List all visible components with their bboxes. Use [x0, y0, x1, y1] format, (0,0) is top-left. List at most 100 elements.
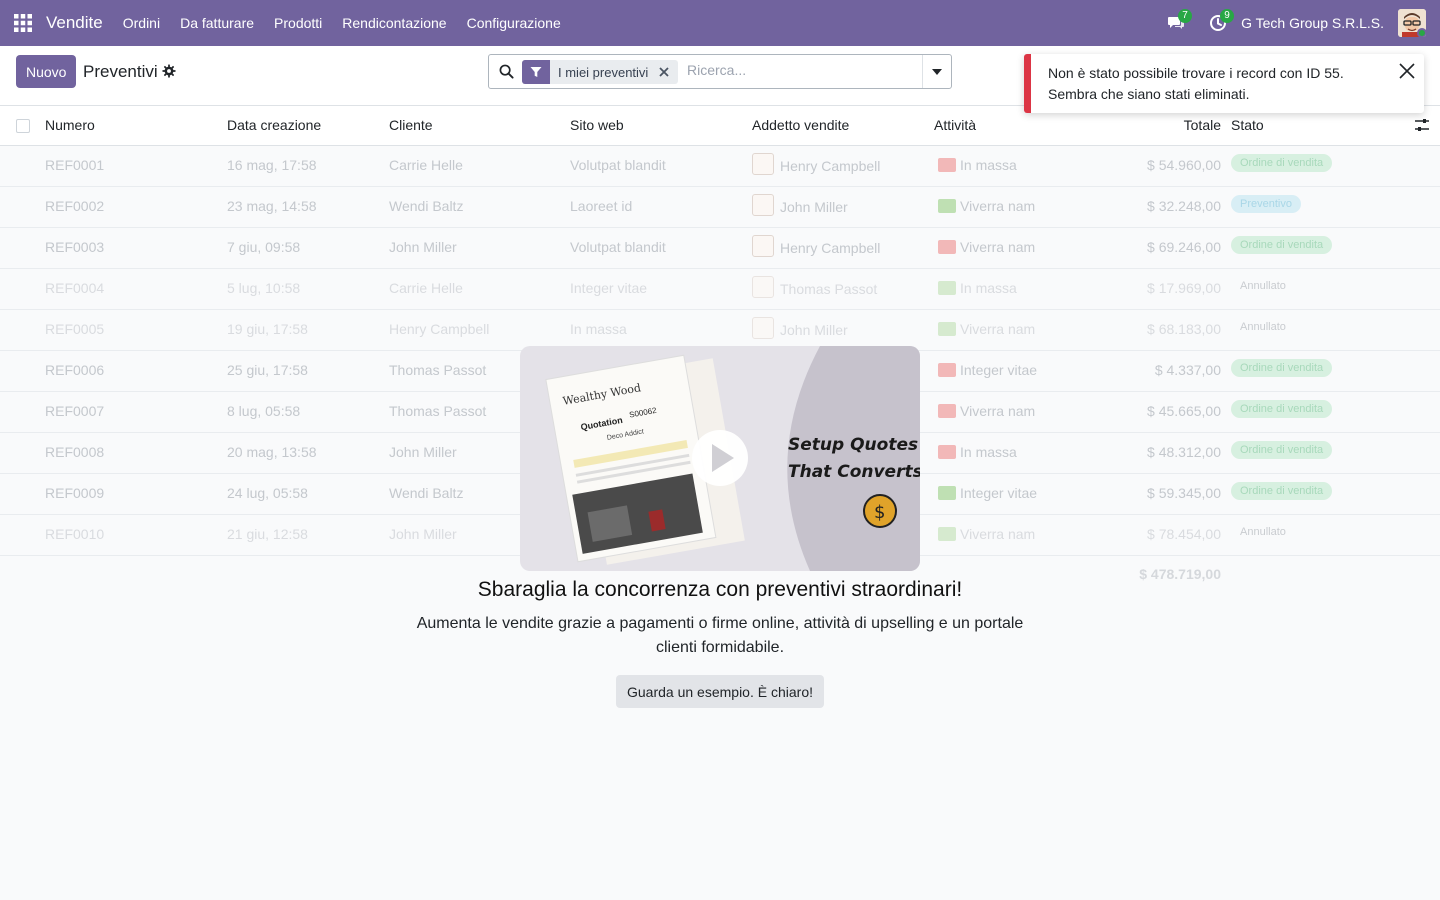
cell-totale: $ 59.345,00 — [1147, 485, 1221, 501]
table-row[interactable]: REF0001 16 mag, 17:58 Carrie Helle Volutpat… — [0, 146, 1440, 187]
cell-numero: REF0001 — [45, 157, 105, 173]
select-all-checkbox[interactable] — [16, 119, 30, 133]
cell-attivita[interactable]: In massa — [938, 157, 1017, 173]
cell-attivita[interactable]: In massa — [938, 280, 1017, 296]
cell-attivita[interactable]: Viverra nam — [938, 321, 1035, 337]
cell-sito-web: Laoreet id — [570, 198, 633, 214]
status-badge: Ordine di vendita — [1231, 236, 1333, 254]
salesperson-avatar — [752, 235, 774, 257]
search-bar: I miei preventivi — [488, 54, 952, 89]
column-header-addetto-vendite[interactable]: Addetto vendite — [752, 117, 849, 133]
cell-cliente: Thomas Passot — [389, 403, 487, 419]
status-badge: Ordine di vendita — [1231, 359, 1333, 377]
remove-facet-icon[interactable] — [656, 60, 672, 84]
cell-totale: $ 32.248,00 — [1147, 198, 1221, 214]
cell-attivita[interactable]: Integer vitae — [938, 362, 1037, 378]
grand-total: $ 478.719,00 — [1139, 566, 1221, 582]
column-header-data-creazione[interactable]: Data creazione — [227, 117, 321, 133]
column-header-totale[interactable]: Totale — [1184, 117, 1221, 133]
cell-cliente: Wendi Baltz — [389, 485, 464, 501]
search-facet: I miei preventivi — [522, 60, 679, 84]
cell-cliente: Carrie Helle — [389, 157, 463, 173]
cell-totale: $ 48.312,00 — [1147, 444, 1221, 460]
cell-attivita[interactable]: Viverra nam — [938, 403, 1035, 419]
messages-button[interactable]: 7 — [1155, 0, 1197, 46]
menu-item-ordini[interactable]: Ordini — [113, 0, 170, 46]
cell-numero: REF0008 — [45, 444, 105, 460]
activity-label: Viverra nam — [960, 321, 1036, 337]
search-input[interactable] — [687, 62, 917, 78]
salesperson-name: Henry Campbell — [780, 240, 881, 256]
cell-totale: $ 69.246,00 — [1147, 239, 1221, 255]
cell-numero: REF0007 — [45, 403, 105, 419]
new-button[interactable]: Nuovo — [16, 55, 77, 88]
cell-addetto-vendite: Henry Campbell — [752, 235, 880, 257]
messages-count-badge: 7 — [1178, 9, 1193, 23]
table-row[interactable]: REF0005 19 giu, 17:58 Henry Campbell In mas… — [0, 310, 1440, 351]
cell-attivita[interactable]: Integer vitae — [938, 485, 1037, 501]
table-row[interactable]: REF0004 5 lug, 10:58 Carrie Helle Integer v… — [0, 269, 1440, 310]
cell-attivita[interactable]: Viverra nam — [938, 198, 1035, 214]
salesperson-name: John Miller — [780, 322, 848, 338]
cell-data-creazione: 21 giu, 12:58 — [227, 526, 308, 542]
cell-cliente: Wendi Baltz — [389, 198, 464, 214]
menu-item-prodotti[interactable]: Prodotti — [264, 0, 332, 46]
salesperson-avatar — [752, 276, 774, 298]
cell-attivita[interactable]: Viverra nam — [938, 239, 1035, 255]
gear-icon[interactable] — [162, 64, 176, 78]
search-icon[interactable] — [499, 64, 514, 79]
activity-label: Integer vitae — [960, 485, 1038, 501]
cell-numero: REF0009 — [45, 485, 105, 501]
activity-icon — [938, 486, 956, 500]
column-header-cliente[interactable]: Cliente — [389, 117, 433, 133]
column-header-stato[interactable]: Stato — [1231, 117, 1264, 133]
watch-example-button[interactable]: Guarda un esempio. È chiaro! — [616, 675, 824, 708]
menu-item-rendicontazione[interactable]: Rendicontazione — [332, 0, 456, 46]
menu-item-configurazione[interactable]: Configurazione — [457, 0, 571, 46]
app-grid-icon[interactable] — [0, 0, 46, 46]
activity-label: In massa — [960, 280, 1017, 296]
video-title-line2: That Converts — [788, 462, 920, 482]
facet-label: I miei preventivi — [558, 64, 649, 80]
cell-addetto-vendite: Thomas Passot — [752, 276, 877, 298]
cell-data-creazione: 5 lug, 10:58 — [227, 280, 301, 296]
caret-down-icon — [932, 68, 942, 75]
status-badge: Annullato — [1240, 280, 1286, 292]
search-options-toggle[interactable] — [922, 55, 951, 88]
cell-numero: REF0005 — [45, 321, 105, 337]
cell-totale: $ 17.969,00 — [1147, 280, 1221, 296]
cell-attivita[interactable]: In massa — [938, 444, 1017, 460]
activity-label: Viverra nam — [960, 239, 1036, 255]
salesperson-name: Henry Campbell — [780, 158, 881, 174]
cell-cliente: Carrie Helle — [389, 280, 463, 296]
cell-totale: $ 68.183,00 — [1147, 321, 1221, 337]
salesperson-avatar — [752, 317, 774, 339]
activity-icon — [938, 527, 956, 541]
cell-data-creazione: 24 lug, 05:58 — [227, 485, 308, 501]
status-badge: Ordine di vendita — [1231, 154, 1333, 172]
cell-numero: REF0004 — [45, 280, 105, 296]
menu-item-da-fatturare[interactable]: Da fatturare — [170, 0, 264, 46]
table-row[interactable]: REF0002 23 mag, 14:58 Wendi Baltz Laoreet i… — [0, 187, 1440, 228]
cell-data-creazione: 16 mag, 17:58 — [227, 157, 317, 173]
close-icon[interactable] — [1398, 62, 1416, 80]
salesperson-avatar — [752, 194, 774, 216]
column-header-attivita[interactable]: Attività — [934, 117, 976, 133]
cell-cliente: John Miller — [389, 239, 457, 255]
app-name[interactable]: Vendite — [46, 13, 103, 33]
column-header-sito-web[interactable]: Sito web — [570, 117, 624, 133]
table-row[interactable]: REF0003 7 giu, 09:58 John Miller Volutpat b… — [0, 228, 1440, 269]
cell-numero: REF0002 — [45, 198, 105, 214]
company-switcher[interactable]: G Tech Group S.R.L.S. — [1241, 15, 1384, 31]
activity-icon — [938, 445, 956, 459]
column-header-numero[interactable]: Numero — [45, 117, 95, 133]
cell-attivita[interactable]: Viverra nam — [938, 526, 1035, 542]
top-navbar: Vendite Ordini Da fatturare Prodotti Ren… — [0, 0, 1440, 46]
help-video-thumbnail[interactable]: Wealthy Wood Quotation S00062 Deco Addic… — [520, 346, 920, 571]
activity-label: In massa — [960, 444, 1017, 460]
activities-button[interactable]: 9 — [1197, 0, 1239, 46]
cell-numero: REF0006 — [45, 362, 105, 378]
cell-data-creazione: 23 mag, 14:58 — [227, 198, 317, 214]
optional-columns-icon[interactable] — [1414, 117, 1430, 133]
user-avatar[interactable] — [1398, 9, 1426, 37]
